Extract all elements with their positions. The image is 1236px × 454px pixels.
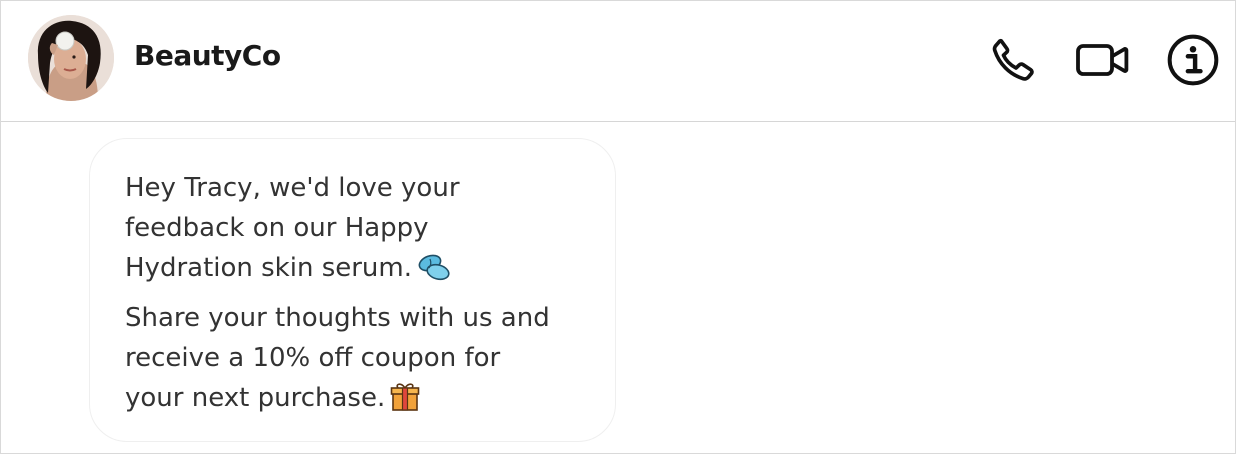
chat-header: BeautyCo — [1, 1, 1235, 122]
message-line: Hey Tracy, we'd love your — [125, 173, 460, 203]
gift-icon — [390, 383, 420, 411]
avatar[interactable] — [28, 15, 114, 101]
message-line-with-emoji: Hydration skin serum. — [125, 248, 460, 288]
message-paragraph-2: Share your thoughts with us and receive … — [125, 298, 550, 418]
avatar-photo — [28, 15, 114, 101]
phone-call-button[interactable] — [985, 32, 1041, 88]
phone-icon — [992, 38, 1034, 81]
chat-window: BeautyCo Hey Tracy, we'd love your feedb… — [0, 0, 1236, 454]
info-button[interactable] — [1165, 32, 1221, 88]
video-camera-icon — [1076, 44, 1129, 76]
message-line: receive a 10% off coupon for — [125, 343, 501, 373]
message-line-with-emoji: your next purchase. — [125, 378, 550, 418]
contact-name[interactable]: BeautyCo — [134, 39, 281, 72]
message-paragraph-1: Hey Tracy, we'd love your feedback on ou… — [125, 168, 460, 288]
info-icon — [1167, 34, 1219, 86]
video-call-button[interactable] — [1075, 32, 1131, 88]
message-line-text: your next purchase. — [125, 383, 386, 413]
message-line: feedback on our Happy — [125, 213, 429, 243]
message-line-text: Hydration skin serum. — [125, 253, 413, 283]
message-line: Share your thoughts with us and — [125, 303, 550, 333]
pill-capsule-icon — [418, 254, 450, 281]
